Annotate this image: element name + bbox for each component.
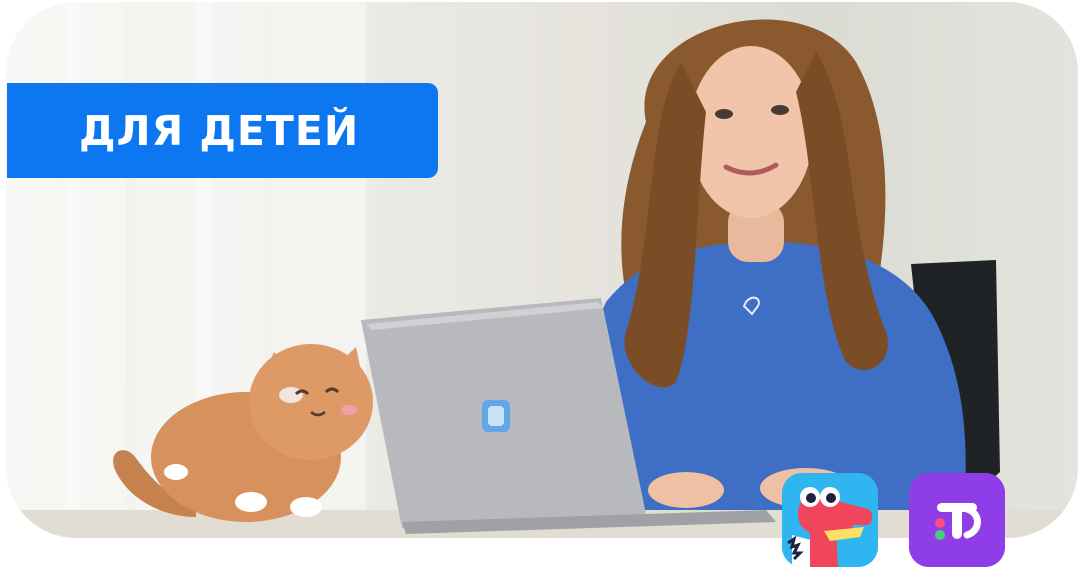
category-badge: ДЛЯ ДЕТЕЙ — [7, 83, 438, 178]
badge-label: ДЛЯ ДЕТЕЙ — [79, 106, 360, 155]
left-eye — [715, 109, 733, 119]
left-hand — [648, 472, 724, 508]
right-eye — [771, 105, 789, 115]
dino-app-button[interactable] — [782, 473, 878, 567]
face — [689, 46, 813, 218]
dino-app-icon — [782, 473, 878, 567]
promo-banner: ДЛЯ ДЕТЕЙ — [0, 0, 1081, 569]
tutor-app-icon — [909, 473, 1005, 567]
tutor-app-button[interactable] — [909, 473, 1005, 567]
